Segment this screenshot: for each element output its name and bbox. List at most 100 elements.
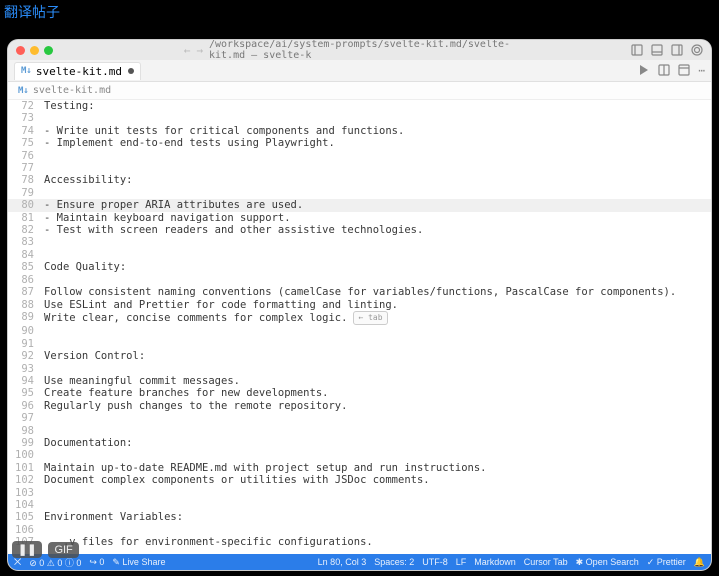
- code-line[interactable]: 87Follow consistent naming conventions (…: [8, 286, 711, 298]
- status-cursortab[interactable]: Cursor Tab: [524, 557, 568, 568]
- status-prettier[interactable]: ✓ Prettier: [647, 557, 686, 568]
- code-text[interactable]: Documentation:: [44, 437, 711, 449]
- code-line[interactable]: 86: [8, 274, 711, 286]
- code-text[interactable]: Code Quality:: [44, 261, 711, 273]
- code-text[interactable]: Follow consistent naming conventions (ca…: [44, 286, 711, 298]
- panel-bottom-icon[interactable]: [651, 44, 663, 56]
- breadcrumb-row[interactable]: M↓ svelte-kit.md: [8, 82, 711, 100]
- code-text[interactable]: [44, 112, 711, 124]
- code-line[interactable]: 89Write clear, concise comments for comp…: [8, 311, 711, 325]
- panel-left-icon[interactable]: [631, 44, 643, 56]
- code-text[interactable]: [44, 487, 711, 499]
- code-line[interactable]: 84: [8, 249, 711, 261]
- code-text[interactable]: [44, 363, 711, 375]
- nav-back-icon[interactable]: ←: [184, 44, 191, 57]
- zoom-window-button[interactable]: [44, 46, 53, 55]
- code-line[interactable]: 90: [8, 325, 711, 337]
- split-editor-icon[interactable]: [658, 64, 670, 76]
- code-text[interactable]: Document complex components or utilities…: [44, 474, 711, 486]
- status-remote[interactable]: ⨉: [14, 557, 21, 568]
- code-line[interactable]: 78Accessibility:: [8, 174, 711, 186]
- status-opensearch[interactable]: ✱ Open Search: [576, 557, 639, 568]
- code-text[interactable]: Accessibility:: [44, 174, 711, 186]
- code-line[interactable]: 80- Ensure proper ARIA attributes are us…: [8, 199, 711, 211]
- code-text[interactable]: [44, 274, 711, 286]
- code-editor[interactable]: 72Testing:7374- Write unit tests for cri…: [8, 100, 711, 554]
- code-line[interactable]: 91: [8, 338, 711, 350]
- code-line[interactable]: 106: [8, 524, 711, 536]
- code-text[interactable]: [44, 338, 711, 350]
- code-text[interactable]: - Write unit tests for critical componen…: [44, 125, 711, 137]
- code-text[interactable]: [44, 425, 711, 437]
- code-line[interactable]: 99Documentation:: [8, 437, 711, 449]
- more-actions-icon[interactable]: ⋯: [698, 64, 705, 77]
- code-line[interactable]: 82- Test with screen readers and other a…: [8, 224, 711, 236]
- status-cursor[interactable]: Ln 80, Col 3: [318, 557, 367, 568]
- code-line[interactable]: 79: [8, 187, 711, 199]
- nav-forward-icon[interactable]: →: [196, 44, 203, 57]
- code-text[interactable]: - Implement end-to-end tests using Playw…: [44, 137, 711, 149]
- status-eol[interactable]: LF: [456, 557, 467, 568]
- status-bell-icon[interactable]: 🔔: [694, 557, 705, 568]
- code-line[interactable]: 77: [8, 162, 711, 174]
- code-text[interactable]: - Test with screen readers and other ass…: [44, 224, 711, 236]
- pause-button[interactable]: ❚❚: [12, 541, 42, 558]
- code-line[interactable]: 98: [8, 425, 711, 437]
- status-encoding[interactable]: UTF-8: [422, 557, 448, 568]
- settings-gear-icon[interactable]: [691, 44, 703, 56]
- code-line[interactable]: 92Version Control:: [8, 350, 711, 362]
- code-line[interactable]: 107 .v files for environment-specific co…: [8, 536, 711, 548]
- code-text[interactable]: [44, 524, 711, 536]
- code-line[interactable]: 75- Implement end-to-end tests using Pla…: [8, 137, 711, 149]
- code-text[interactable]: Use meaningful commit messages.: [44, 375, 711, 387]
- code-text[interactable]: [44, 499, 711, 511]
- code-text[interactable]: - Maintain keyboard navigation support.: [44, 212, 711, 224]
- code-line[interactable]: 104: [8, 499, 711, 511]
- code-text[interactable]: Create feature branches for new developm…: [44, 387, 711, 399]
- code-text[interactable]: [44, 449, 711, 461]
- code-text[interactable]: Testing:: [44, 100, 711, 112]
- code-line[interactable]: 97: [8, 412, 711, 424]
- code-text[interactable]: .v files for environment-specific config…: [44, 536, 711, 548]
- preview-icon[interactable]: [678, 64, 690, 76]
- code-line[interactable]: 83: [8, 236, 711, 248]
- code-line[interactable]: 102Document complex components or utilit…: [8, 474, 711, 486]
- code-text[interactable]: Environment Variables:: [44, 511, 711, 523]
- code-text[interactable]: [44, 236, 711, 248]
- code-line[interactable]: 72Testing:: [8, 100, 711, 112]
- status-spaces[interactable]: Spaces: 2: [374, 557, 414, 568]
- panel-right-icon[interactable]: [671, 44, 683, 56]
- traffic-lights[interactable]: [16, 46, 53, 55]
- code-line[interactable]: 88Use ESLint and Prettier for code forma…: [8, 299, 711, 311]
- close-window-button[interactable]: [16, 46, 25, 55]
- code-line[interactable]: 100: [8, 449, 711, 461]
- code-text[interactable]: [44, 162, 711, 174]
- code-line[interactable]: 103: [8, 487, 711, 499]
- minimize-window-button[interactable]: [30, 46, 39, 55]
- code-text[interactable]: [44, 150, 711, 162]
- code-text[interactable]: Write clear, concise comments for comple…: [44, 311, 711, 325]
- code-text[interactable]: [44, 325, 711, 337]
- code-text[interactable]: Maintain up-to-date README.md with proje…: [44, 462, 711, 474]
- code-line[interactable]: 81- Maintain keyboard navigation support…: [8, 212, 711, 224]
- code-line[interactable]: 73: [8, 112, 711, 124]
- code-line[interactable]: 95Create feature branches for new develo…: [8, 387, 711, 399]
- code-text[interactable]: Version Control:: [44, 350, 711, 362]
- status-ports[interactable]: ↪ 0: [89, 557, 104, 568]
- code-line[interactable]: 74- Write unit tests for critical compon…: [8, 125, 711, 137]
- status-language[interactable]: Markdown: [474, 557, 516, 568]
- code-text[interactable]: [44, 187, 711, 199]
- code-text[interactable]: [44, 249, 711, 261]
- code-text[interactable]: Use ESLint and Prettier for code formatt…: [44, 299, 711, 311]
- code-line[interactable]: 85Code Quality:: [8, 261, 711, 273]
- code-line[interactable]: 105Environment Variables:: [8, 511, 711, 523]
- run-icon[interactable]: [638, 64, 650, 76]
- status-liveshare[interactable]: ✎ Live Share: [112, 557, 165, 568]
- code-line[interactable]: 101Maintain up-to-date README.md with pr…: [8, 462, 711, 474]
- code-line[interactable]: 93: [8, 363, 711, 375]
- code-text[interactable]: Regularly push changes to the remote rep…: [44, 400, 711, 412]
- code-line[interactable]: 96Regularly push changes to the remote r…: [8, 400, 711, 412]
- code-text[interactable]: [44, 412, 711, 424]
- code-line[interactable]: 76: [8, 150, 711, 162]
- code-line[interactable]: 94Use meaningful commit messages.: [8, 375, 711, 387]
